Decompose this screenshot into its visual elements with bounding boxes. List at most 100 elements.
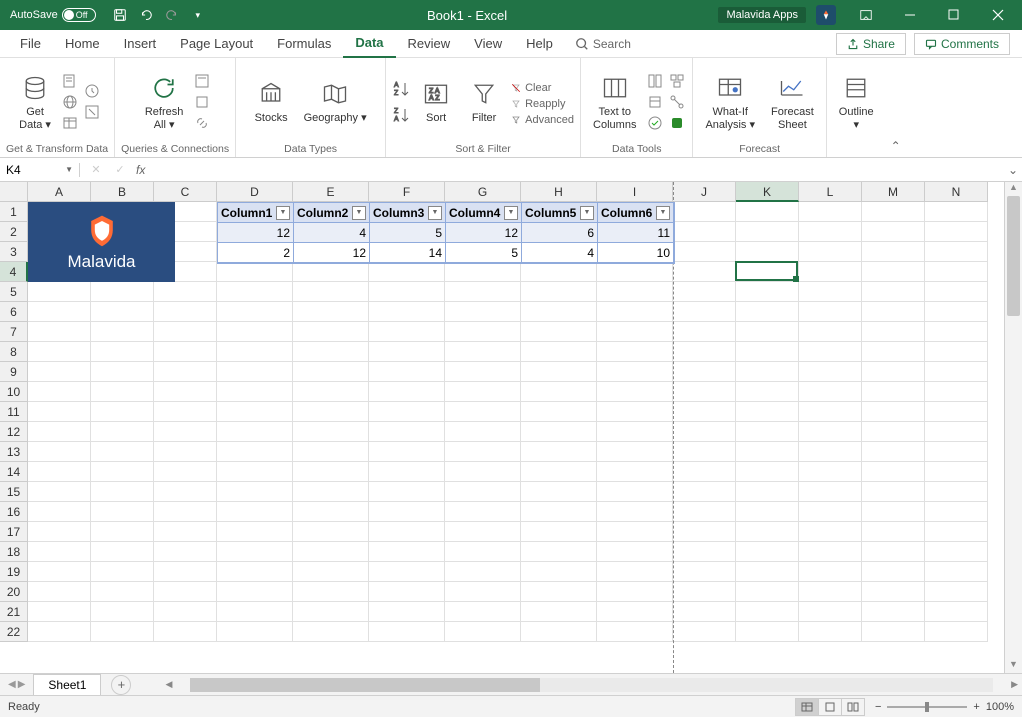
reapply-button[interactable]: Reapply bbox=[510, 97, 574, 111]
queries-icon[interactable] bbox=[193, 72, 211, 90]
cell-B17[interactable] bbox=[91, 522, 154, 542]
cell-J13[interactable] bbox=[673, 442, 736, 462]
cell-A5[interactable] bbox=[28, 282, 91, 302]
malavida-logo-image[interactable]: Malavida bbox=[28, 202, 175, 282]
cell-K3[interactable] bbox=[736, 242, 799, 262]
cell-H4[interactable] bbox=[521, 262, 597, 282]
cell-D14[interactable] bbox=[217, 462, 293, 482]
cell-C15[interactable] bbox=[154, 482, 217, 502]
cell-H18[interactable] bbox=[521, 542, 597, 562]
cell-N14[interactable] bbox=[925, 462, 988, 482]
cell-N1[interactable] bbox=[925, 202, 988, 222]
table-cell[interactable]: 12 bbox=[218, 223, 294, 243]
cell-B11[interactable] bbox=[91, 402, 154, 422]
table-cell[interactable]: 14 bbox=[370, 243, 446, 263]
fx-icon[interactable]: fx bbox=[136, 163, 145, 177]
column-header-A[interactable]: A bbox=[28, 182, 91, 202]
cell-I18[interactable] bbox=[597, 542, 673, 562]
row-header-21[interactable]: 21 bbox=[0, 602, 28, 622]
cell-K22[interactable] bbox=[736, 622, 799, 642]
cell-J22[interactable] bbox=[673, 622, 736, 642]
cell-H22[interactable] bbox=[521, 622, 597, 642]
cell-H15[interactable] bbox=[521, 482, 597, 502]
cell-M12[interactable] bbox=[862, 422, 925, 442]
cell-M8[interactable] bbox=[862, 342, 925, 362]
cell-D10[interactable] bbox=[217, 382, 293, 402]
cell-J14[interactable] bbox=[673, 462, 736, 482]
cell-E22[interactable] bbox=[293, 622, 369, 642]
cell-D16[interactable] bbox=[217, 502, 293, 522]
cell-A10[interactable] bbox=[28, 382, 91, 402]
cell-M7[interactable] bbox=[862, 322, 925, 342]
cell-H9[interactable] bbox=[521, 362, 597, 382]
cell-C13[interactable] bbox=[154, 442, 217, 462]
collapse-ribbon-icon[interactable]: ⌃ bbox=[886, 58, 906, 157]
cell-L13[interactable] bbox=[799, 442, 862, 462]
row-header-17[interactable]: 17 bbox=[0, 522, 28, 542]
cell-F7[interactable] bbox=[369, 322, 445, 342]
sheet-prev-icon[interactable]: ◀ bbox=[8, 679, 16, 690]
flash-fill-icon[interactable] bbox=[646, 72, 664, 90]
cell-B8[interactable] bbox=[91, 342, 154, 362]
cell-F22[interactable] bbox=[369, 622, 445, 642]
sort-button[interactable]: Z AA Z Sort bbox=[414, 76, 458, 126]
cell-H8[interactable] bbox=[521, 342, 597, 362]
cell-C16[interactable] bbox=[154, 502, 217, 522]
vertical-scrollbar[interactable]: ▲ ▼ bbox=[1004, 182, 1022, 673]
cell-F18[interactable] bbox=[369, 542, 445, 562]
get-data-button[interactable]: GetData ▾ bbox=[13, 70, 57, 132]
cell-I4[interactable] bbox=[597, 262, 673, 282]
cell-M2[interactable] bbox=[862, 222, 925, 242]
from-text-icon[interactable] bbox=[61, 72, 79, 90]
cell-G7[interactable] bbox=[445, 322, 521, 342]
column-header-H[interactable]: H bbox=[521, 182, 597, 202]
cell-N17[interactable] bbox=[925, 522, 988, 542]
row-header-5[interactable]: 5 bbox=[0, 282, 28, 302]
cell-M13[interactable] bbox=[862, 442, 925, 462]
cell-L22[interactable] bbox=[799, 622, 862, 642]
cell-H21[interactable] bbox=[521, 602, 597, 622]
cell-L6[interactable] bbox=[799, 302, 862, 322]
row-header-10[interactable]: 10 bbox=[0, 382, 28, 402]
cell-N10[interactable] bbox=[925, 382, 988, 402]
column-header-J[interactable]: J bbox=[673, 182, 736, 202]
name-box[interactable]: K4 ▼ bbox=[0, 163, 80, 177]
cell-M10[interactable] bbox=[862, 382, 925, 402]
tab-home[interactable]: Home bbox=[53, 30, 112, 57]
cell-K11[interactable] bbox=[736, 402, 799, 422]
maximize-button[interactable] bbox=[934, 0, 974, 30]
cell-J16[interactable] bbox=[673, 502, 736, 522]
cell-C11[interactable] bbox=[154, 402, 217, 422]
search-box[interactable]: Search bbox=[565, 37, 641, 51]
cell-L9[interactable] bbox=[799, 362, 862, 382]
table-header-4[interactable]: Column4▼ bbox=[446, 203, 522, 223]
cell-L19[interactable] bbox=[799, 562, 862, 582]
cell-L2[interactable] bbox=[799, 222, 862, 242]
cell-N21[interactable] bbox=[925, 602, 988, 622]
row-header-4[interactable]: 4 bbox=[0, 262, 28, 282]
cell-A9[interactable] bbox=[28, 362, 91, 382]
data-model-icon[interactable] bbox=[668, 114, 686, 132]
cell-M6[interactable] bbox=[862, 302, 925, 322]
enter-icon[interactable]: ✓ bbox=[112, 163, 128, 176]
row-header-8[interactable]: 8 bbox=[0, 342, 28, 362]
cell-D11[interactable] bbox=[217, 402, 293, 422]
cell-E4[interactable] bbox=[293, 262, 369, 282]
cell-B6[interactable] bbox=[91, 302, 154, 322]
cell-M11[interactable] bbox=[862, 402, 925, 422]
cell-J12[interactable] bbox=[673, 422, 736, 442]
column-header-K[interactable]: K bbox=[736, 182, 799, 202]
cell-K9[interactable] bbox=[736, 362, 799, 382]
cell-N7[interactable] bbox=[925, 322, 988, 342]
cell-I9[interactable] bbox=[597, 362, 673, 382]
filter-dropdown-icon[interactable]: ▼ bbox=[276, 206, 290, 220]
cell-K21[interactable] bbox=[736, 602, 799, 622]
cell-G18[interactable] bbox=[445, 542, 521, 562]
cell-E9[interactable] bbox=[293, 362, 369, 382]
cell-H5[interactable] bbox=[521, 282, 597, 302]
cell-L5[interactable] bbox=[799, 282, 862, 302]
cell-A15[interactable] bbox=[28, 482, 91, 502]
save-icon[interactable] bbox=[112, 7, 128, 23]
cell-D21[interactable] bbox=[217, 602, 293, 622]
scroll-thumb[interactable] bbox=[190, 678, 540, 692]
